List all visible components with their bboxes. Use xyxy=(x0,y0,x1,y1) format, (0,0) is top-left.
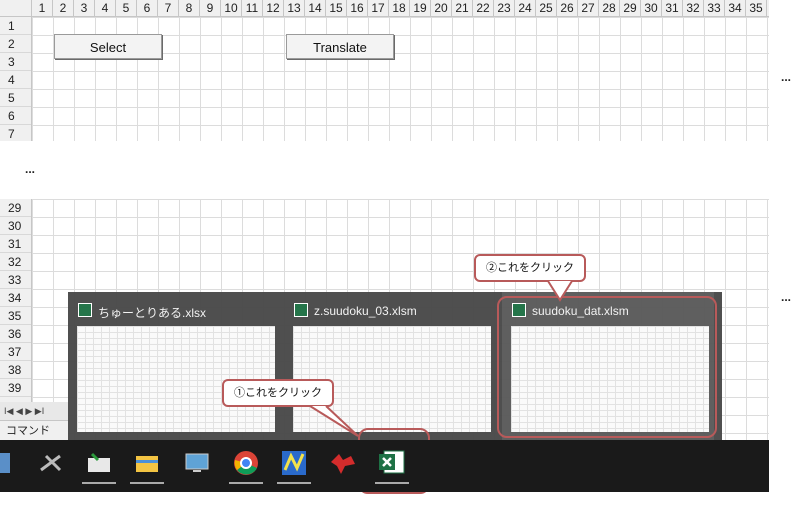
row-header[interactable]: 32 xyxy=(0,253,31,271)
column-header[interactable]: 22 xyxy=(473,0,494,16)
preview-window-1[interactable]: ちゅーとりある.xlsx xyxy=(68,292,280,442)
column-header[interactable]: 11 xyxy=(242,0,263,16)
red-bird-icon[interactable] xyxy=(328,448,358,478)
column-header[interactable]: 9 xyxy=(200,0,221,16)
row-header[interactable]: 34 xyxy=(0,289,31,307)
row-header[interactable]: 4 xyxy=(0,71,31,89)
column-header[interactable]: 10 xyxy=(221,0,242,16)
active-underline xyxy=(82,482,116,484)
callout-step1: ①これをクリック xyxy=(222,379,334,407)
column-header[interactable]: 25 xyxy=(536,0,557,16)
active-underline xyxy=(229,482,263,484)
column-header[interactable]: 32 xyxy=(683,0,704,16)
row-header[interactable]: 38 xyxy=(0,361,31,379)
active-underline xyxy=(130,482,164,484)
app-icon[interactable] xyxy=(277,448,311,484)
row-header[interactable]: 2 xyxy=(0,35,31,53)
column-header[interactable]: 30 xyxy=(641,0,662,16)
network-icon[interactable] xyxy=(0,448,18,478)
column-header[interactable]: 8 xyxy=(179,0,200,16)
column-header[interactable]: 12 xyxy=(263,0,284,16)
active-underline xyxy=(375,482,409,484)
column-header[interactable]: 16 xyxy=(347,0,368,16)
chrome-icon[interactable] xyxy=(229,448,263,484)
preview-title: ちゅーとりある.xlsx xyxy=(98,306,207,320)
column-header[interactable]: 27 xyxy=(578,0,599,16)
column-header[interactable]: 3 xyxy=(74,0,95,16)
row-header[interactable]: 36 xyxy=(0,325,31,343)
preview-title: z.suudoku_03.xlsm xyxy=(314,304,417,318)
column-header[interactable]: 28 xyxy=(599,0,620,16)
monitor-icon[interactable] xyxy=(182,448,212,478)
tools-icon[interactable] xyxy=(36,448,66,478)
row-header[interactable]: 29 xyxy=(0,199,31,217)
highlight-preview-3 xyxy=(497,296,717,438)
sheet-top: 1 2 3 4 5 6 7 8 9 10 11 12 13 14 15 16 17 18 19 20 21 22 23 24 2… xyxy=(0,0,769,141)
column-header[interactable]: 6 xyxy=(137,0,158,16)
column-header[interactable]: 23 xyxy=(494,0,515,16)
column-header[interactable]: 2 xyxy=(53,0,74,16)
column-header[interactable]: 24 xyxy=(515,0,536,16)
preview-window-2[interactable]: z.suudoku_03.xlsm xyxy=(284,292,496,442)
row-header[interactable]: 6 xyxy=(0,107,31,125)
row-header[interactable]: 30 xyxy=(0,217,31,235)
column-header[interactable]: 1 xyxy=(32,0,53,16)
column-header[interactable]: 4 xyxy=(95,0,116,16)
column-header[interactable]: 15 xyxy=(326,0,347,16)
row-headers-top: 1234567 xyxy=(0,17,32,141)
windows-taskbar xyxy=(0,440,769,492)
column-header[interactable]: 19 xyxy=(410,0,431,16)
select-button[interactable]: Select xyxy=(54,34,162,59)
column-header[interactable]: 5 xyxy=(116,0,137,16)
excel-file-icon xyxy=(78,303,92,317)
column-header[interactable]: 14 xyxy=(305,0,326,16)
column-header[interactable]: 13 xyxy=(284,0,305,16)
excel-icon[interactable] xyxy=(375,448,409,484)
column-header[interactable]: 26 xyxy=(557,0,578,16)
column-header[interactable]: 21 xyxy=(452,0,473,16)
column-header[interactable]: 31 xyxy=(662,0,683,16)
row-header[interactable]: 37 xyxy=(0,343,31,361)
file-explorer-icon[interactable] xyxy=(130,448,164,484)
row-header[interactable]: 3 xyxy=(0,53,31,71)
translate-button[interactable]: Translate xyxy=(286,34,394,59)
active-underline xyxy=(277,482,311,484)
callout-step2: ②これをクリック xyxy=(474,254,586,282)
command-label: コマンド xyxy=(0,420,68,440)
column-header[interactable]: 35 xyxy=(746,0,767,16)
column-header[interactable]: 29 xyxy=(620,0,641,16)
column-header[interactable]: 20 xyxy=(431,0,452,16)
row-header[interactable]: 7 xyxy=(0,125,31,141)
select-all-corner[interactable] xyxy=(0,0,32,16)
row-header[interactable]: 35 xyxy=(0,307,31,325)
row-header[interactable]: 5 xyxy=(0,89,31,107)
sheet-nav-buttons[interactable]: I◀ ◀ ▶ ▶I xyxy=(0,402,68,420)
column-header[interactable]: 33 xyxy=(704,0,725,16)
row-header[interactable]: 31 xyxy=(0,235,31,253)
mail-icon[interactable] xyxy=(82,448,116,484)
excel-file-icon xyxy=(294,303,308,317)
column-header[interactable]: 17 xyxy=(368,0,389,16)
row-header[interactable]: 1 xyxy=(0,17,31,35)
ellipsis-right-bottom: ... xyxy=(781,290,792,304)
ellipsis-right-top: ... xyxy=(781,70,792,84)
row-header[interactable]: 39 xyxy=(0,379,31,397)
column-header[interactable]: 18 xyxy=(389,0,410,16)
column-header[interactable]: 34 xyxy=(725,0,746,16)
ellipsis-middle: ... xyxy=(25,162,36,176)
row-header[interactable]: 33 xyxy=(0,271,31,289)
column-header[interactable]: 7 xyxy=(158,0,179,16)
column-headers: 1 2 3 4 5 6 7 8 9 10 11 12 13 14 15 16 17 18 19 20 21 22 23 24 2… xyxy=(0,0,769,17)
